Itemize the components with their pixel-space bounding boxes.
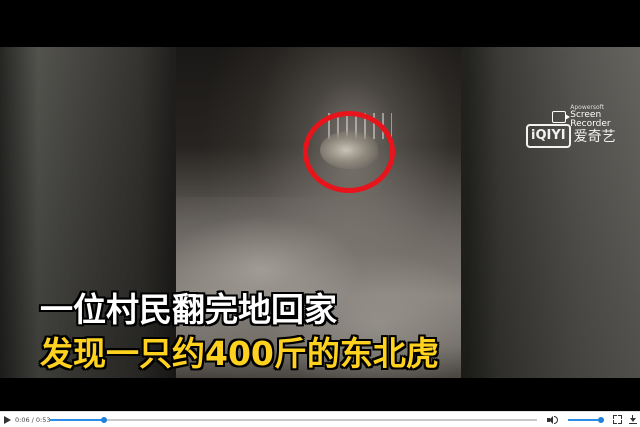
volume-handle[interactable] bbox=[598, 417, 605, 423]
iqiyi-name: 爱奇艺 bbox=[573, 129, 616, 145]
video-player[interactable]: Apowersoft Screen Recorder iQIYI 爱奇艺 一位村… bbox=[0, 0, 640, 411]
camera-icon bbox=[552, 111, 571, 123]
progress-bar[interactable] bbox=[50, 417, 537, 423]
download-icon[interactable] bbox=[628, 414, 637, 425]
highlight-circle bbox=[303, 111, 395, 193]
blurred-side-right bbox=[461, 47, 640, 378]
progress-fill bbox=[50, 419, 104, 421]
video-frame[interactable]: Apowersoft Screen Recorder iQIYI 爱奇艺 一位村… bbox=[0, 47, 640, 378]
player-controls: 0:06 / 0:53 bbox=[0, 411, 640, 427]
fullscreen-icon[interactable] bbox=[613, 415, 622, 424]
volume-fill bbox=[568, 419, 602, 421]
subtitle-line-2: 发现一只约400斤的东北虎 bbox=[40, 334, 439, 373]
volume-icon[interactable] bbox=[547, 414, 559, 425]
subtitle-line-1: 一位村民翻完地回家 bbox=[40, 290, 337, 329]
play-icon[interactable] bbox=[4, 414, 13, 425]
time-display: 0:06 / 0:53 bbox=[15, 415, 51, 424]
letterbox-top bbox=[0, 0, 640, 47]
letterbox-bottom bbox=[0, 378, 640, 411]
iqiyi-watermark: iQIYI 爱奇艺 bbox=[526, 124, 616, 148]
iqiyi-logo: iQIYI bbox=[526, 124, 571, 148]
progress-handle[interactable] bbox=[100, 417, 107, 423]
volume-slider[interactable] bbox=[568, 417, 605, 423]
